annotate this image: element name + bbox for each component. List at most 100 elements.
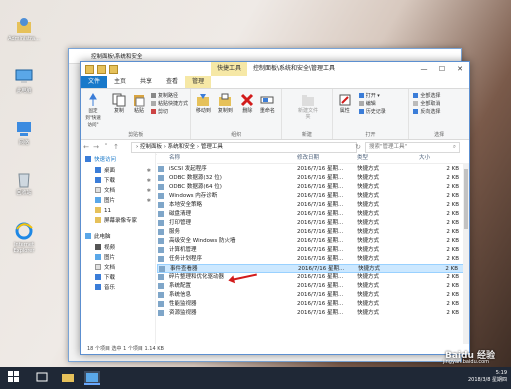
save-icon[interactable] <box>85 64 94 74</box>
clock-time[interactable]: 5:19 <box>468 370 507 377</box>
breadcrumb-admin-tools[interactable]: 管理工具 <box>201 144 223 150</box>
table-row[interactable]: iSCSI 发起程序 2016/7/16 星期... 快捷方式 2 KB <box>157 165 469 174</box>
tab-share[interactable]: 共享 <box>133 76 159 88</box>
nav-item-screen-recorder[interactable]: 屏幕录像专家 <box>81 216 155 226</box>
taskbar-explorer[interactable] <box>62 371 76 385</box>
nav-pc-pictures[interactable]: 图片 <box>81 253 155 263</box>
cell-name: ODBC 数据源(64 位) <box>169 184 222 190</box>
new-folder-icon[interactable] <box>109 64 118 74</box>
copy-to-button[interactable]: 复制到 <box>215 93 235 114</box>
nav-item-downloads[interactable]: 下载 ✱ <box>81 176 155 186</box>
cell-type: 快捷方式 <box>357 301 380 307</box>
select-all-button[interactable]: 全部选择 <box>413 93 440 100</box>
quick-access-toolbar[interactable] <box>81 64 118 74</box>
titlebar[interactable]: 快捷工具 控制面板\系统和安全\管理工具 — ☐ ✕ <box>81 62 469 76</box>
table-row[interactable]: 资源监视器 2016/7/16 星期... 快捷方式 2 KB <box>157 309 469 318</box>
task-view-button[interactable] <box>36 371 50 385</box>
refresh-icon[interactable]: ↻ <box>353 143 363 151</box>
clock-date[interactable]: 2018/3/8 星期四 <box>468 377 507 384</box>
tab-view[interactable]: 查看 <box>159 76 185 88</box>
table-row[interactable]: 事件查看器 2016/7/16 星期... 快捷方式 2 KB <box>157 264 469 273</box>
table-row[interactable]: 磁盘清理 2016/7/16 星期... 快捷方式 2 KB <box>157 210 469 219</box>
nav-pc-downloads[interactable]: 下载 <box>81 273 155 283</box>
column-date[interactable]: 修改日期 <box>297 153 319 163</box>
tab-manage[interactable]: 管理 <box>185 76 212 88</box>
table-row[interactable]: 任务计划程序 2016/7/16 星期... 快捷方式 2 KB <box>157 255 469 264</box>
pictures-folder-icon <box>95 197 101 203</box>
nav-item-documents[interactable]: 文档 ✱ <box>81 186 155 196</box>
copy-path-button[interactable]: 复制路径 <box>151 93 178 100</box>
back-icon[interactable]: ← <box>81 143 91 151</box>
table-row[interactable]: Windows 内存诊断 2016/7/16 星期... 快捷方式 2 KB <box>157 192 469 201</box>
minimize-button[interactable]: — <box>415 62 433 76</box>
nav-item-pictures[interactable]: 图片 ✱ <box>81 196 155 206</box>
desktop-icon-admin[interactable]: Administra... <box>4 16 44 42</box>
rename-button[interactable]: 重命名 <box>257 93 277 114</box>
open-button[interactable]: 打开 ▾ <box>358 93 380 100</box>
pin-quick-access-button[interactable]: 固定到"快速访问" <box>83 93 103 129</box>
search-icon: ⌕ <box>452 144 456 150</box>
table-row[interactable]: 系统配置 2016/7/16 星期... 快捷方式 2 KB <box>157 282 469 291</box>
nav-pc-videos[interactable]: 视频 <box>81 243 155 253</box>
cell-date: 2016/7/16 星期... <box>297 184 344 190</box>
desktop-icon-this-pc[interactable]: 此电脑 <box>4 68 44 94</box>
paste-button[interactable]: 粘贴 <box>129 93 149 114</box>
table-row[interactable]: 打印管理 2016/7/16 星期... 快捷方式 2 KB <box>157 219 469 228</box>
paste-shortcut-button[interactable]: 粘贴快捷方式 <box>151 101 188 108</box>
table-row[interactable]: 计算机管理 2016/7/16 星期... 快捷方式 2 KB <box>157 246 469 255</box>
user-folder-icon <box>15 16 33 34</box>
start-button[interactable] <box>8 371 22 385</box>
desktop-icon-network[interactable]: 网络 <box>4 120 44 146</box>
search-input[interactable]: 搜索"管理工具" ⌕ <box>365 142 460 153</box>
tab-home[interactable]: 主页 <box>107 76 133 88</box>
table-row[interactable]: 服务 2016/7/16 星期... 快捷方式 2 KB <box>157 228 469 237</box>
new-folder-button[interactable]: 新建文件夹 <box>296 93 320 120</box>
breadcrumb-control-panel[interactable]: 控制面板 <box>140 144 162 150</box>
delete-button[interactable]: 删除 <box>237 93 257 114</box>
nav-pc-documents[interactable]: 文档 <box>81 263 155 273</box>
nav-quick-access[interactable]: 快速访问 <box>81 155 155 165</box>
vertical-scrollbar[interactable] <box>463 163 469 344</box>
shortcut-icon <box>158 256 164 262</box>
table-row[interactable]: 本地安全策略 2016/7/16 星期... 快捷方式 2 KB <box>157 201 469 210</box>
table-row[interactable]: 碎片整理和优化驱动器 2016/7/16 星期... 快捷方式 2 KB <box>157 273 469 282</box>
cut-button[interactable]: 剪切 <box>151 109 168 116</box>
recent-dropdown-icon[interactable]: ˅ <box>101 143 111 151</box>
column-size[interactable]: 大小 <box>419 153 430 163</box>
nav-item-desktop[interactable]: 桌面 ✱ <box>81 166 155 176</box>
edit-button[interactable]: 编辑 <box>358 101 376 108</box>
desktop-icon-recycle-bin[interactable]: 回收站 <box>4 170 44 196</box>
column-name[interactable]: 名称 <box>169 153 180 163</box>
move-to-button[interactable]: 移动到 <box>193 93 213 114</box>
maximize-button[interactable]: ☐ <box>433 62 451 76</box>
properties-button[interactable]: 属性 <box>335 93 355 114</box>
invert-selection-button[interactable]: 反向选择 <box>413 109 440 116</box>
system-tray: 5:19 2018/3/8 星期四 <box>468 370 507 384</box>
tab-file[interactable]: 文件 <box>81 76 108 88</box>
address-bar[interactable]: › 控制面板 › 系统和安全 › 管理工具 <box>131 142 357 153</box>
table-row[interactable]: 系统信息 2016/7/16 星期... 快捷方式 2 KB <box>157 291 469 300</box>
close-button[interactable]: ✕ <box>451 62 469 76</box>
nav-item-label: 11 <box>104 208 111 214</box>
nav-this-pc[interactable]: 此电脑 <box>81 232 155 242</box>
scrollbar-thumb[interactable] <box>464 169 468 229</box>
table-row[interactable]: 高级安全 Windows 防火墙 2016/7/16 星期... 快捷方式 2 KB <box>157 237 469 246</box>
up-icon[interactable]: ↑ <box>111 143 121 151</box>
copy-button[interactable]: 复制 <box>109 93 129 114</box>
table-row[interactable]: ODBC 数据源(32 位) 2016/7/16 星期... 快捷方式 2 KB <box>157 174 469 183</box>
select-none-button[interactable]: 全部取消 <box>413 101 440 108</box>
history-button[interactable]: 历史记录 <box>358 109 386 116</box>
cell-size: 2 KB <box>446 193 459 199</box>
column-type[interactable]: 类型 <box>357 153 368 163</box>
nav-pc-music[interactable]: 音乐 <box>81 283 155 293</box>
shortcut-icon <box>158 211 164 217</box>
taskbar-active-app[interactable] <box>84 371 100 385</box>
table-row[interactable]: 性能监视器 2016/7/16 星期... 快捷方式 2 KB <box>157 300 469 309</box>
forward-icon[interactable]: → <box>91 143 101 151</box>
properties-icon[interactable] <box>97 64 106 74</box>
desktop-icon-ie[interactable]: Internet Explorer <box>4 222 44 254</box>
explorer-window[interactable]: 快捷工具 控制面板\系统和安全\管理工具 — ☐ ✕ 文件 主页 共享 查看 管… <box>80 61 470 355</box>
nav-item-folder-11[interactable]: 11 <box>81 206 155 216</box>
breadcrumb-system-security[interactable]: 系统和安全 <box>168 144 196 150</box>
table-row[interactable]: ODBC 数据源(64 位) 2016/7/16 星期... 快捷方式 2 KB <box>157 183 469 192</box>
